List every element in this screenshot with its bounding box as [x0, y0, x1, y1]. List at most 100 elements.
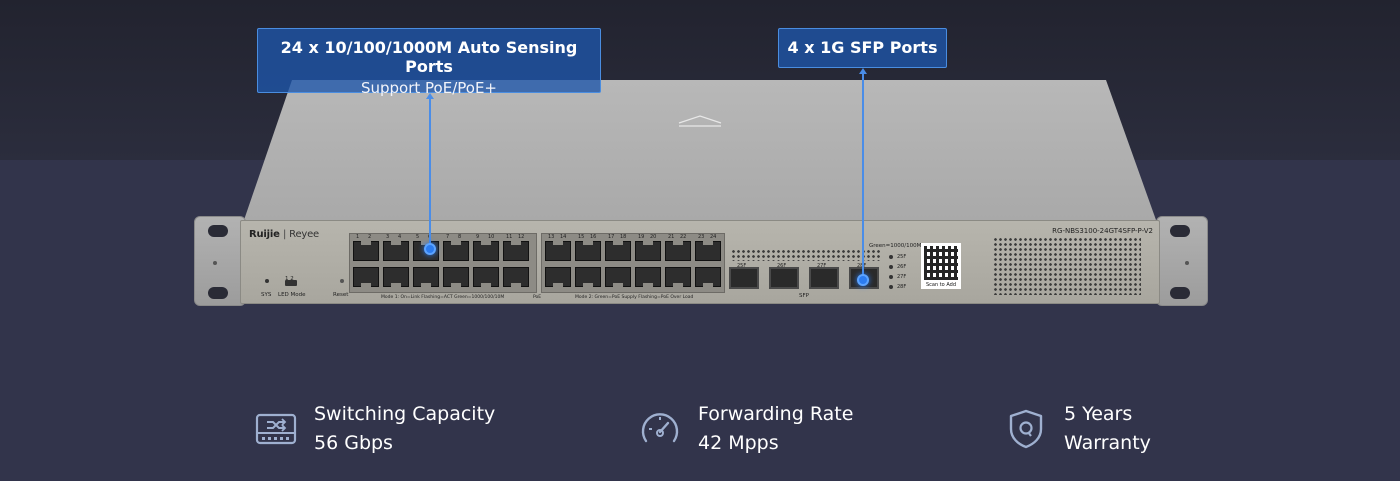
led-mode-button[interactable] [285, 280, 297, 286]
port-number-label: 2 [368, 234, 372, 240]
lid-emboss-icon [678, 115, 722, 127]
rj45-port [353, 241, 379, 261]
speedometer-icon [641, 413, 679, 443]
mount-hole [1170, 287, 1190, 299]
sfp-callout-title: 4 x 1G SFP Ports [787, 38, 938, 57]
sfp-pointer-line [862, 73, 864, 278]
rj45-port [545, 267, 571, 287]
qr-pattern [924, 246, 958, 280]
rj45-port [665, 241, 691, 261]
rj45-port [635, 241, 661, 261]
ports-callout-title: 24 x 10/100/1000M Auto Sensing Ports [280, 38, 578, 76]
sfp-port-label: 27F [817, 263, 827, 269]
rj45-port [473, 267, 499, 287]
reset-pinhole[interactable] [340, 279, 344, 283]
sfp-callout: 4 x 1G SFP Ports [778, 28, 947, 68]
qr-label: Scan to Add [925, 282, 957, 288]
sfp-pointer-arrow [859, 68, 867, 74]
speed-legend: Green=1000/100M [869, 243, 922, 249]
port-number-label: 13 [548, 234, 555, 240]
mode2-legend: Mode 2: Green=PoE Supply Flashing=PoE Ov… [575, 295, 694, 300]
rj45-port [575, 267, 601, 287]
rj45-port [473, 241, 499, 261]
sfp-label: SFP [799, 293, 809, 299]
switch-lid [244, 80, 1156, 220]
mount-hole [1170, 225, 1190, 237]
sfp-status-led [889, 285, 893, 289]
sfp-port-label: 26F [777, 263, 787, 269]
switch-front-panel: Ruijie | Reyee RG-NBS3100-24GT4SFP-P-V2 … [240, 220, 1160, 304]
port-number-label: 4 [398, 234, 402, 240]
qr-code[interactable]: Scan to Add [921, 243, 961, 289]
port-number-label: 24 [710, 234, 717, 240]
feature-value: 56 Gbps [314, 432, 393, 454]
rj45-port [443, 267, 469, 287]
rj45-port [503, 241, 529, 261]
sfp-status-led [889, 275, 893, 279]
ports-pointer-line [429, 98, 431, 248]
rj45-port [383, 241, 409, 261]
mount-pin [1185, 261, 1189, 265]
sfp-hotspot[interactable] [857, 274, 869, 286]
rj45-port [695, 241, 721, 261]
port-number-label: 8 [458, 234, 462, 240]
sys-led [265, 279, 269, 283]
port-number-label: 1 [356, 234, 360, 240]
sfp-port-label: 25F [737, 263, 747, 269]
rj45-port [383, 267, 409, 287]
feature-title: Forwarding Rate [698, 403, 854, 425]
shield-warranty-icon [1009, 409, 1043, 449]
sfp-led-label: 28F [897, 284, 907, 290]
ports-callout-subtitle: Support PoE/PoE+ [360, 79, 498, 97]
mode1-legend: Mode 1: On=Link Flashing=ACT Green=1000/… [381, 295, 505, 300]
sfp-port [809, 267, 839, 289]
vent-large [993, 237, 1141, 295]
port-number-label: 12 [518, 234, 525, 240]
network-switch-image: Ruijie | Reyee RG-NBS3100-24GT4SFP-P-V2 … [0, 0, 1400, 330]
rj45-port [695, 267, 721, 287]
feature-title: 5 Years [1064, 403, 1133, 425]
vent-small [731, 249, 881, 261]
led-mode-label: LED Mode [278, 292, 306, 298]
switch-icon [255, 413, 297, 445]
rj45-port [503, 267, 529, 287]
rj45-port [353, 267, 379, 287]
rj45-port [605, 241, 631, 261]
sys-label: SYS [261, 292, 272, 298]
sfp-port [769, 267, 799, 289]
sfp-led-label: 25F [897, 254, 907, 260]
rj45-port [635, 267, 661, 287]
feature-value: 42 Mpps [698, 432, 779, 454]
port-number-label: 17 [608, 234, 615, 240]
sfp-status-led [889, 255, 893, 259]
mount-hole [208, 287, 228, 299]
feature-switching-capacity: Switching Capacity 56 Gbps [254, 400, 495, 458]
feature-warranty: 5 Years Warranty [1004, 400, 1151, 458]
model-label: RG-NBS3100-24GT4SFP-P-V2 [1052, 227, 1153, 235]
brand-name: Ruijie [249, 229, 280, 240]
sfp-status-led [889, 265, 893, 269]
sfp-port [729, 267, 759, 289]
port-number-label: 3 [386, 234, 390, 240]
port-number-label: 18 [620, 234, 627, 240]
reset-label: Reset [333, 292, 349, 298]
port-number-label: 22 [680, 234, 687, 240]
port-number-label: 15 [578, 234, 585, 240]
sfp-led-label: 26F [897, 264, 907, 270]
port-number-label: 7 [446, 234, 450, 240]
rj45-port [443, 241, 469, 261]
port-number-label: 11 [506, 234, 513, 240]
port-number-label: 23 [698, 234, 705, 240]
port-number-label: 9 [476, 234, 480, 240]
port-number-label: 21 [668, 234, 675, 240]
poe-label: PoE [533, 295, 542, 300]
port-number-label: 19 [638, 234, 645, 240]
ports-callout: 24 x 10/100/1000M Auto Sensing Ports Sup… [257, 28, 601, 97]
feature-forwarding-rate: Forwarding Rate 42 Mpps [638, 400, 853, 458]
port-number-label: 10 [488, 234, 495, 240]
rj45-port [575, 241, 601, 261]
rj45-port [413, 267, 439, 287]
rj45-port [545, 241, 571, 261]
port-number-label: 16 [590, 234, 597, 240]
ports-hotspot[interactable] [424, 243, 436, 255]
